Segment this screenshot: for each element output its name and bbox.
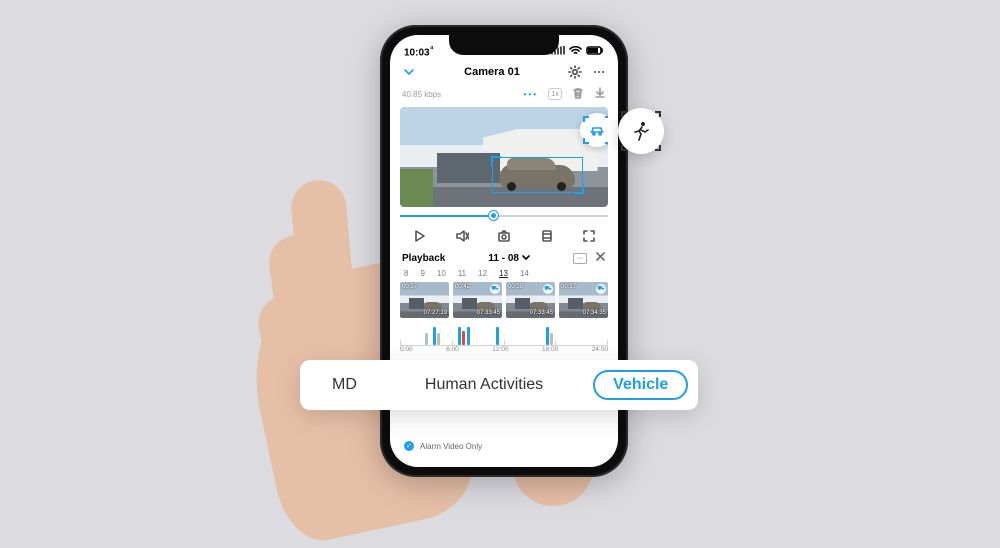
settings-button[interactable]	[568, 65, 582, 79]
date-picker[interactable]: 11 - 08	[488, 253, 530, 264]
filter-chip-md[interactable]: MD	[314, 372, 375, 398]
more-horizontal-icon	[592, 65, 606, 79]
download-icon	[594, 87, 606, 99]
mute-button[interactable]	[453, 227, 471, 245]
back-button[interactable]	[402, 66, 416, 78]
detection-badge-human[interactable]	[618, 108, 664, 154]
detection-highlight	[492, 157, 584, 193]
delete-button[interactable]	[572, 87, 584, 101]
car-icon: ⛟	[490, 284, 500, 294]
car-icon: ⛟	[596, 284, 606, 294]
event-thumb[interactable]: 00:42 07:33:45 ⛟	[453, 282, 502, 318]
battery-icon	[586, 46, 604, 55]
more-button[interactable]	[592, 65, 606, 79]
event-thumb[interactable]: 00:38 07:33:45 ⛟	[506, 282, 555, 318]
expand-icon	[582, 229, 596, 243]
page-title: Camera 01	[464, 66, 520, 78]
play-icon	[412, 229, 426, 243]
filter-chip-human[interactable]: Human Activities	[407, 372, 561, 398]
event-thumbs: 00:37 07:27:19 00:42 07:33:45 ⛟ 00:38 07…	[390, 282, 618, 322]
playback-heading: Playback 11 - 08 ⋯	[390, 249, 618, 269]
snapshot-button[interactable]	[495, 227, 513, 245]
download-button[interactable]	[594, 87, 606, 101]
playback-speed-button[interactable]: 1x	[548, 88, 562, 100]
timeline[interactable]: 0:00 6:00 12:00 18:00 24:00	[390, 322, 618, 353]
close-playback-button[interactable]	[595, 251, 606, 265]
day-item[interactable]: 8	[404, 269, 408, 278]
alarm-only-toggle[interactable]: ✓ Alarm Video Only	[404, 441, 482, 451]
scrubber-thumb[interactable]	[489, 211, 498, 220]
clip-button[interactable]	[538, 227, 556, 245]
detection-badge-vehicle[interactable]	[580, 113, 608, 147]
filter-chip-vehicle[interactable]: Vehicle	[593, 370, 688, 400]
car-icon	[589, 124, 605, 136]
filter-chip-bar: MD Human Activities Vehicle	[300, 360, 698, 410]
timeline-zoom-button[interactable]: ⋯	[573, 253, 587, 264]
timeline-label: 18:00	[542, 346, 558, 353]
running-person-icon	[631, 120, 651, 142]
day-item[interactable]: 11	[458, 269, 466, 278]
car-icon: ⛟	[543, 284, 553, 294]
status-indicators	[551, 46, 604, 55]
trash-icon	[572, 87, 584, 99]
playback-label: Playback	[402, 253, 445, 264]
chevron-down-icon	[402, 66, 416, 78]
wifi-icon	[569, 46, 582, 55]
day-item[interactable]: 10	[437, 269, 446, 278]
fullscreen-button[interactable]	[580, 227, 598, 245]
chevron-down-icon	[522, 254, 530, 262]
stream-options-button[interactable]: •••	[524, 90, 538, 99]
day-item[interactable]: 9	[420, 269, 424, 278]
playback-controls	[390, 223, 618, 249]
alarm-only-label: Alarm Video Only	[420, 442, 482, 451]
camera-icon	[497, 229, 511, 243]
scrubber[interactable]	[400, 209, 608, 223]
clip-icon	[540, 229, 554, 243]
event-thumb[interactable]: 00:37 07:34:35 ⛟	[559, 282, 608, 318]
timeline-label: 6:00	[446, 346, 459, 353]
status-time: 10:03⁴	[404, 43, 434, 58]
checkmark-icon: ✓	[404, 441, 414, 451]
play-button[interactable]	[410, 227, 428, 245]
gear-icon	[568, 65, 582, 79]
bitrate-label: 40.85 kbps	[402, 90, 441, 99]
timeline-label: 24:00	[592, 346, 608, 353]
day-strip[interactable]: 8 9 10 11 12 13 14	[390, 269, 618, 282]
day-item[interactable]: 12	[478, 269, 487, 278]
speaker-icon	[455, 229, 469, 243]
close-icon	[595, 251, 606, 262]
timeline-label: 12:00	[492, 346, 508, 353]
timeline-label: 0:00	[400, 346, 413, 353]
day-item-selected[interactable]: 13	[499, 269, 508, 278]
day-item[interactable]: 14	[520, 269, 529, 278]
event-thumb[interactable]: 00:37 07:27:19	[400, 282, 449, 318]
title-bar: Camera 01	[390, 61, 618, 85]
phone-notch	[449, 33, 559, 55]
stream-toolbar: 40.85 kbps ••• 1x	[390, 85, 618, 107]
video-preview[interactable]	[400, 107, 608, 207]
